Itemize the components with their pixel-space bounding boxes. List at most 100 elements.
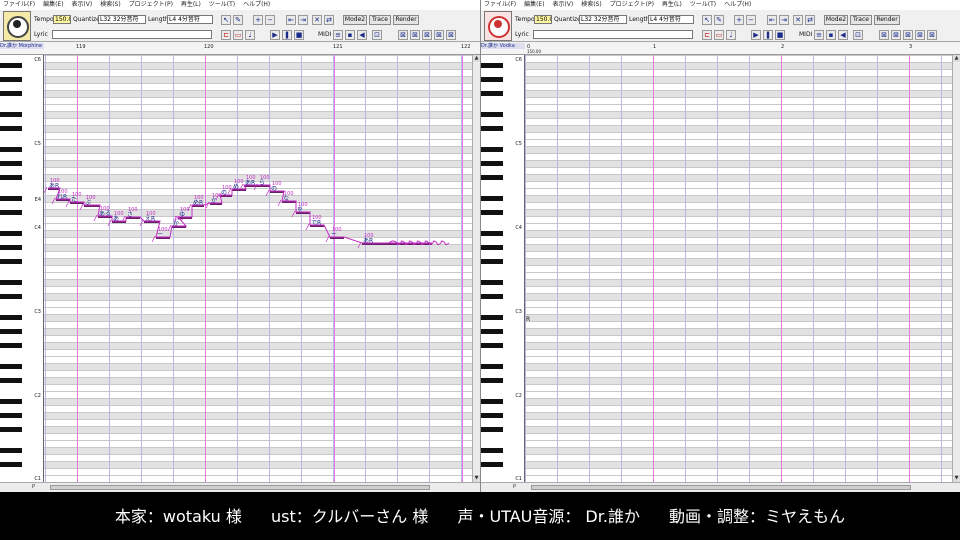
cursor-tool-icon[interactable]: ↖	[702, 15, 712, 25]
black-key[interactable]	[481, 294, 503, 299]
next-icon[interactable]: ⇥	[779, 15, 789, 25]
speaker-icon[interactable]: ◀	[838, 30, 848, 40]
menu-tools[interactable]: ツール(T)	[690, 1, 716, 8]
black-key[interactable]	[481, 413, 503, 418]
stop-icon[interactable]: ■	[775, 30, 785, 40]
black-key[interactable]	[0, 112, 22, 117]
edit-a-icon[interactable]: ⊠	[398, 30, 408, 40]
tool-c-icon[interactable]: ♩	[245, 30, 255, 40]
black-key[interactable]	[0, 196, 22, 201]
black-key[interactable]	[481, 259, 503, 264]
black-key[interactable]	[481, 77, 503, 82]
speaker-icon[interactable]: ◀	[357, 30, 367, 40]
edit-d-icon[interactable]: ⊠	[915, 30, 925, 40]
lyric-input[interactable]	[533, 30, 693, 39]
tool-b-icon[interactable]: ▭	[714, 30, 724, 40]
pause-icon[interactable]: ❚	[763, 30, 773, 40]
black-key[interactable]	[481, 343, 503, 348]
prev-icon[interactable]: ⇤	[286, 15, 296, 25]
menu-project[interactable]: プロジェクト(P)	[610, 1, 654, 8]
split-icon[interactable]: ✕	[312, 15, 322, 25]
black-key[interactable]	[481, 378, 503, 383]
black-key[interactable]	[481, 427, 503, 432]
tempo-field[interactable]: 150.0	[53, 15, 71, 24]
black-key[interactable]	[481, 112, 503, 117]
black-key[interactable]	[481, 147, 503, 152]
voicebank-avatar[interactable]	[484, 11, 512, 41]
piano-keyboard[interactable]: C6 C5 E4 C4 C3 C2 C1	[0, 55, 44, 482]
menu-edit[interactable]: 編集(E)	[524, 1, 544, 8]
merge-icon[interactable]: ⇄	[805, 15, 815, 25]
black-key[interactable]	[481, 329, 503, 334]
black-key[interactable]	[0, 427, 22, 432]
split-icon[interactable]: ✕	[793, 15, 803, 25]
black-key[interactable]	[0, 161, 22, 166]
black-key[interactable]	[0, 364, 22, 369]
pencil-tool-icon[interactable]: ✎	[714, 15, 724, 25]
black-key[interactable]	[481, 280, 503, 285]
next-icon[interactable]: ⇥	[298, 15, 308, 25]
tempo-field[interactable]: 150.0	[534, 15, 552, 24]
black-key[interactable]	[481, 245, 503, 250]
horizontal-scrollbar[interactable]: P	[481, 482, 960, 492]
quantize-select[interactable]: L32 32分音符	[579, 15, 627, 24]
track-name[interactable]: Dr.誰か Morphine	[0, 43, 44, 49]
render-button[interactable]: Render	[874, 15, 900, 25]
black-key[interactable]	[481, 126, 503, 131]
pause-icon[interactable]: ❚	[282, 30, 292, 40]
prev-icon[interactable]: ⇤	[767, 15, 777, 25]
trace-button[interactable]: Trace	[369, 15, 391, 25]
midi-a-icon[interactable]: ≡	[814, 30, 824, 40]
black-key[interactable]	[481, 399, 503, 404]
black-key[interactable]	[0, 147, 22, 152]
black-key[interactable]	[0, 378, 22, 383]
edit-e-icon[interactable]: ⊠	[446, 30, 456, 40]
zoom-in-icon[interactable]: +	[734, 15, 744, 25]
mode2-button[interactable]: Mode2	[824, 15, 848, 25]
midi-b-icon[interactable]: ▪	[826, 30, 836, 40]
black-key[interactable]	[0, 77, 22, 82]
track-name[interactable]: Dr.誰か Vodka	[481, 43, 525, 49]
edit-a-icon[interactable]: ⊠	[879, 30, 889, 40]
length-select[interactable]: L4 4分音符	[167, 15, 213, 24]
black-key[interactable]	[0, 231, 22, 236]
quantize-select[interactable]: L32 32分音符	[98, 15, 146, 24]
tool-a-icon[interactable]: ⊏	[221, 30, 231, 40]
menu-project[interactable]: プロジェクト(P)	[129, 1, 173, 8]
tool-a-icon[interactable]: ⊏	[702, 30, 712, 40]
horizontal-scrollbar[interactable]: P	[0, 482, 480, 492]
menu-search[interactable]: 検索(S)	[581, 1, 602, 8]
edit-c-icon[interactable]: ⊠	[422, 30, 432, 40]
black-key[interactable]	[0, 245, 22, 250]
trace-button[interactable]: Trace	[850, 15, 872, 25]
edit-b-icon[interactable]: ⊠	[410, 30, 420, 40]
vertical-scrollbar[interactable]: ▲ ▼	[952, 55, 960, 482]
black-key[interactable]	[481, 175, 503, 180]
edit-e-icon[interactable]: ⊠	[927, 30, 937, 40]
black-key[interactable]	[0, 63, 22, 68]
edit-b-icon[interactable]: ⊠	[891, 30, 901, 40]
black-key[interactable]	[481, 196, 503, 201]
scroll-thumb[interactable]	[50, 485, 430, 490]
vertical-scrollbar[interactable]: ▲ ▼	[472, 55, 480, 482]
zoom-out-icon[interactable]: −	[746, 15, 756, 25]
black-key[interactable]	[0, 175, 22, 180]
midi-c-icon[interactable]: ⊡	[372, 30, 382, 40]
black-key[interactable]	[0, 126, 22, 131]
midi-a-icon[interactable]: ≡	[333, 30, 343, 40]
piano-roll-grid[interactable]	[525, 55, 953, 482]
black-key[interactable]	[0, 448, 22, 453]
merge-icon[interactable]: ⇄	[324, 15, 334, 25]
menu-view[interactable]: 表示(V)	[71, 1, 92, 8]
menu-file[interactable]: ファイル(F)	[3, 1, 35, 8]
black-key[interactable]	[481, 231, 503, 236]
menu-play[interactable]: 再生(L)	[181, 1, 201, 8]
black-key[interactable]	[481, 462, 503, 467]
play-icon[interactable]: ▶	[751, 30, 761, 40]
black-key[interactable]	[0, 329, 22, 334]
midi-c-icon[interactable]: ⊡	[853, 30, 863, 40]
scroll-thumb[interactable]	[531, 485, 911, 490]
zoom-in-icon[interactable]: +	[253, 15, 263, 25]
stop-icon[interactable]: ■	[294, 30, 304, 40]
length-select[interactable]: L4 4分音符	[648, 15, 694, 24]
